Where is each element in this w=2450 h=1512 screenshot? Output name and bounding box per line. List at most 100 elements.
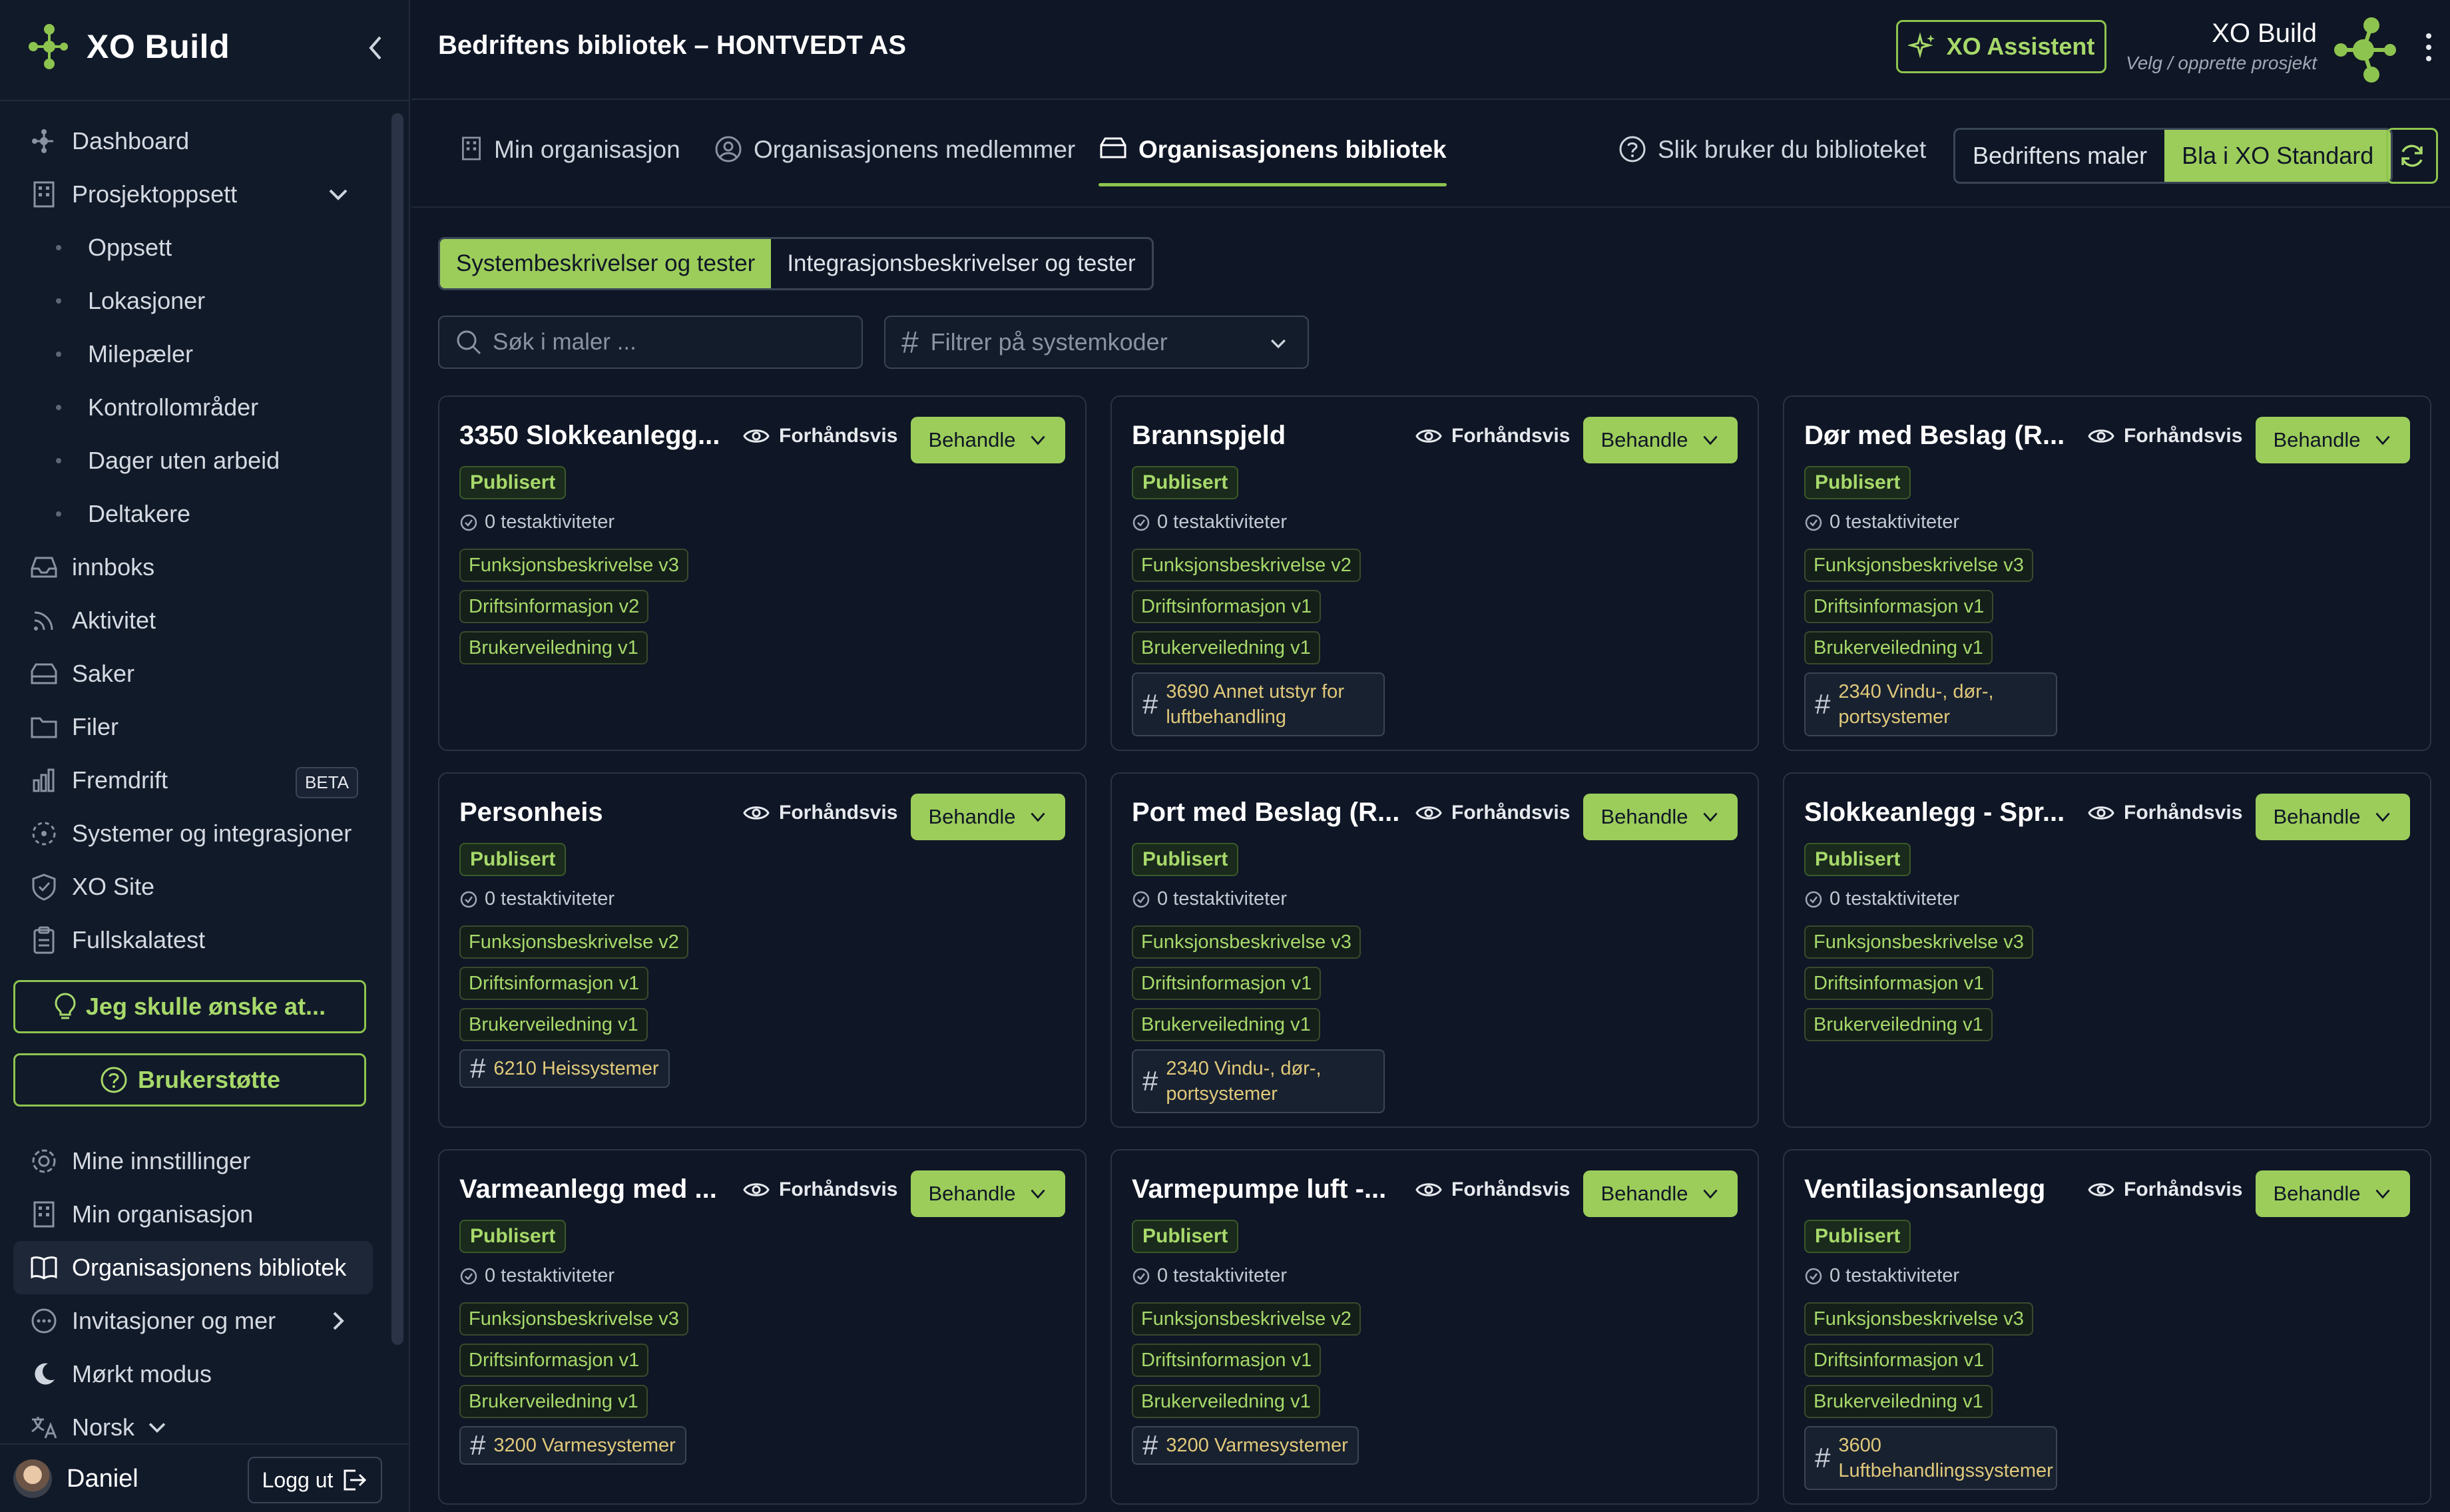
- collapse-sidebar-button[interactable]: [357, 29, 394, 67]
- document-chip: Funksjonsbeskrivelse v2: [1132, 1302, 1361, 1336]
- document-chip: Funksjonsbeskrivelse v3: [459, 549, 688, 582]
- hash-icon: #: [1142, 1065, 1158, 1097]
- sidebar-item-innboks[interactable]: innboks: [13, 541, 373, 594]
- document-chip: Brukerveiledning v1: [1132, 1385, 1320, 1418]
- brand[interactable]: XO Build: [23, 20, 230, 73]
- handle-dropdown-button[interactable]: Behandle: [2256, 794, 2410, 840]
- template-card[interactable]: Personheis Forhåndsvis Behandle Publiser…: [438, 772, 1087, 1128]
- card-title: Dør med Beslag (R...: [1804, 421, 2065, 450]
- check-circle-icon: [460, 891, 477, 907]
- sidebar: XO Build Dashboard Prosjektoppsett Oppse…: [0, 0, 410, 1512]
- sidebar-scrollbar[interactable]: [391, 113, 403, 1345]
- document-chip: Funksjonsbeskrivelse v3: [1804, 549, 2033, 582]
- preview-button[interactable]: Forhåndsvis: [743, 1178, 897, 1201]
- preview-button[interactable]: Forhåndsvis: [1415, 1178, 1570, 1201]
- preview-label: Forhåndsvis: [2124, 802, 2243, 824]
- logout-button[interactable]: Logg ut: [248, 1457, 382, 1503]
- test-count: 0 testaktiviteter: [459, 1265, 614, 1287]
- preview-button[interactable]: Forhåndsvis: [2088, 425, 2242, 447]
- template-card[interactable]: Dør med Beslag (R... Forhåndsvis Behandl…: [1783, 395, 2431, 751]
- handle-dropdown-button[interactable]: Behandle: [2256, 417, 2410, 463]
- sidebar-item-systemer[interactable]: Systemer og integrasjoner: [13, 807, 373, 860]
- sidebar-item-organisasjonens-bibliotek[interactable]: Organisasjonens bibliotek: [13, 1241, 373, 1294]
- sidebar-item-milepaeler[interactable]: Milepæler: [13, 328, 373, 381]
- sidebar-item-xo-site[interactable]: XO Site: [13, 860, 373, 913]
- template-card[interactable]: Varmepumpe luft -... Forhåndsvis Behandl…: [1110, 1149, 1759, 1505]
- language-select[interactable]: Norsk: [13, 1401, 373, 1454]
- system-code-chip: #3600 Luftbehandlingssystemer: [1804, 1426, 2057, 1490]
- more-vertical-icon[interactable]: [2421, 31, 2437, 64]
- building-icon: [28, 1198, 60, 1230]
- refresh-button[interactable]: [2386, 128, 2438, 184]
- sidebar-item-fullskalatest[interactable]: Fullskalatest: [13, 913, 373, 967]
- sidebar-item-dager-uten-arbeid[interactable]: Dager uten arbeid: [13, 434, 373, 487]
- support-button[interactable]: Brukerstøtte: [13, 1053, 366, 1107]
- preview-button[interactable]: Forhåndsvis: [1415, 802, 1570, 824]
- building-icon: [462, 136, 481, 160]
- segment-systembeskrivelser[interactable]: Systembeskrivelser og tester: [440, 239, 772, 288]
- template-card[interactable]: Brannspjeld Forhåndsvis Behandle Publise…: [1110, 395, 1759, 751]
- preview-button[interactable]: Forhåndsvis: [2088, 1178, 2242, 1201]
- user-profile[interactable]: Daniel: [13, 1458, 138, 1499]
- sidebar-item-aktivitet[interactable]: Aktivitet: [13, 594, 373, 647]
- sidebar-item-filer[interactable]: Filer: [13, 700, 373, 754]
- handle-dropdown-button[interactable]: Behandle: [1583, 794, 1738, 840]
- sidebar-item-invitasjoner[interactable]: Invitasjoner og mer: [13, 1294, 373, 1348]
- search-input[interactable]: [493, 329, 839, 356]
- sidebar-item-mine-innstillinger[interactable]: Mine innstillinger: [13, 1134, 373, 1188]
- chevron-down-icon: [148, 1423, 166, 1433]
- sidebar-item-fremdrift[interactable]: Fremdrift BETA: [13, 754, 373, 807]
- sidebar-item-dashboard[interactable]: Dashboard: [13, 115, 373, 168]
- sidebar-item-morkt-modus[interactable]: Mørkt modus: [13, 1348, 373, 1401]
- template-card[interactable]: Port med Beslag (R... Forhåndsvis Behand…: [1110, 772, 1759, 1128]
- sidebar-item-lokasjoner[interactable]: Lokasjoner: [13, 274, 373, 328]
- help-circle-icon: [101, 1067, 127, 1093]
- template-source-toggle: Bedriftens maler Bla i XO Standard: [1953, 128, 2393, 184]
- status-badge: Publisert: [1804, 1220, 1911, 1253]
- handle-dropdown-button[interactable]: Behandle: [911, 794, 1065, 840]
- template-card[interactable]: Ventilasjonsanlegg Forhåndsvis Behandle …: [1783, 1149, 2431, 1505]
- help-link[interactable]: Slik bruker du biblioteket: [1618, 136, 1926, 202]
- library-type-toggle: Systembeskrivelser og tester Integrasjon…: [438, 237, 1154, 290]
- segment-integrasjonsbeskrivelser[interactable]: Integrasjonsbeskrivelser og tester: [771, 239, 1151, 288]
- check-circle-icon: [460, 1268, 477, 1284]
- wish-button[interactable]: Jeg skulle ønske at...: [13, 980, 366, 1033]
- sidebar-item-min-organisasjon[interactable]: Min organisasjon: [13, 1188, 373, 1241]
- document-chips: Funksjonsbeskrivelse v2 Driftsinformasjon…: [1132, 1302, 1361, 1465]
- handle-dropdown-button[interactable]: Behandle: [2256, 1170, 2410, 1217]
- toggle-bedriftens-maler[interactable]: Bedriftens maler: [1955, 130, 2164, 182]
- tab-organisasjonens-bibliotek[interactable]: Organisasjonens bibliotek: [1099, 136, 1447, 202]
- preview-button[interactable]: Forhåndsvis: [743, 802, 897, 824]
- sidebar-item-deltakere[interactable]: Deltakere: [13, 487, 373, 541]
- test-count-label: 0 testaktiviteter: [485, 888, 615, 909]
- system-code-label: 3200 Varmesystemer: [1166, 1435, 1348, 1456]
- sidebar-item-saker[interactable]: Saker: [13, 647, 373, 700]
- status-badge: Publisert: [459, 1220, 567, 1253]
- system-code-filter[interactable]: # Filtrer på systemkoder: [884, 316, 1309, 369]
- check-circle-icon: [1805, 1268, 1822, 1284]
- toggle-bla-i-xo-standard[interactable]: Bla i XO Standard: [2164, 130, 2391, 182]
- gear-icon: [28, 1145, 60, 1177]
- template-card[interactable]: Slokkeanlegg - Spr... Forhåndsvis Behand…: [1783, 772, 2431, 1128]
- sidebar-item-prosjektoppsett[interactable]: Prosjektoppsett: [13, 168, 373, 221]
- template-card[interactable]: Varmeanlegg med ... Forhåndsvis Behandle…: [438, 1149, 1087, 1505]
- tab-min-organisasjon[interactable]: Min organisasjon: [459, 136, 680, 202]
- hash-icon: #: [470, 1429, 486, 1461]
- sidebar-item-oppsett[interactable]: Oppsett: [13, 221, 373, 274]
- xo-assistant-button[interactable]: XO Assistent: [1896, 20, 2106, 73]
- org-tabs-bar: Min organisasjon Organisasjonens medlemm…: [411, 101, 2450, 208]
- handle-dropdown-button[interactable]: Behandle: [1583, 417, 1738, 463]
- preview-button[interactable]: Forhåndsvis: [1415, 425, 1570, 447]
- document-chip: Funksjonsbeskrivelse v2: [1132, 549, 1361, 582]
- status-badge: Publisert: [1804, 466, 1911, 499]
- handle-dropdown-button[interactable]: Behandle: [911, 1170, 1065, 1217]
- preview-button[interactable]: Forhåndsvis: [2088, 802, 2242, 824]
- handle-dropdown-button[interactable]: Behandle: [1583, 1170, 1738, 1217]
- sidebar-item-kontrollomrader[interactable]: Kontrollområder: [13, 381, 373, 434]
- preview-button[interactable]: Forhåndsvis: [743, 425, 897, 447]
- template-card[interactable]: 3350 Slokkeanlegg... Forhåndsvis Behandl…: [438, 395, 1087, 751]
- search-field[interactable]: [438, 316, 863, 369]
- project-selector[interactable]: XO Build Velg / opprette prosjekt: [2126, 19, 2317, 74]
- handle-dropdown-button[interactable]: Behandle: [911, 417, 1065, 463]
- tab-organisasjonens-medlemmer[interactable]: Organisasjonens medlemmer: [714, 136, 1075, 202]
